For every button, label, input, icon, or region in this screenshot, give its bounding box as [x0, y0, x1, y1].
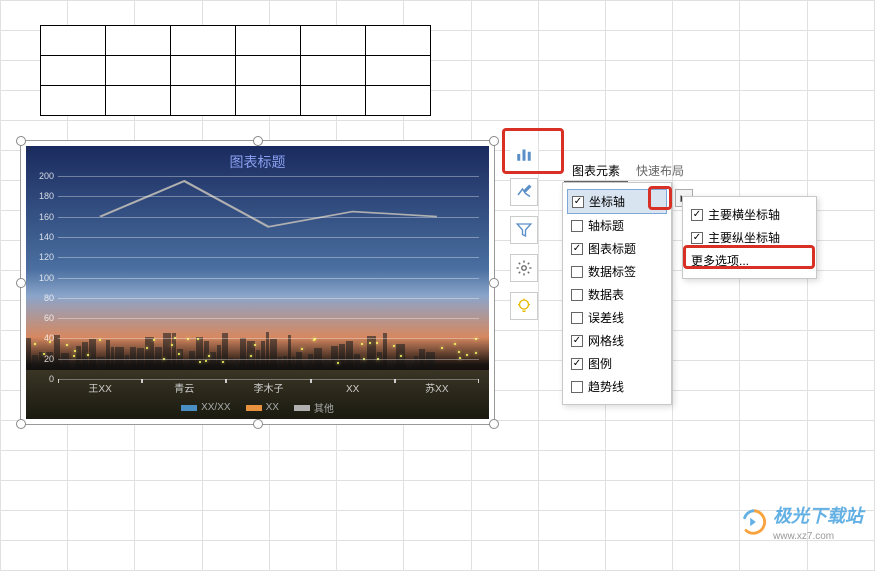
- panel-item-label: 数据标签: [588, 263, 636, 280]
- checkbox-icon: [572, 196, 584, 208]
- resize-handle[interactable]: [489, 419, 499, 429]
- submenu-item-primary-h-axis[interactable]: 主要横坐标轴: [687, 203, 812, 226]
- panel-item-2[interactable]: 图表标题: [567, 237, 667, 260]
- annotation-highlight: [683, 245, 815, 269]
- watermark-text: 极光下载站: [773, 502, 863, 528]
- data-table: [40, 25, 431, 116]
- annotation-highlight: [648, 186, 672, 210]
- submenu-label: 主要纵坐标轴: [708, 229, 780, 246]
- checkbox-icon: [571, 220, 583, 232]
- checkbox-icon: [571, 243, 583, 255]
- panel-item-label: 图例: [588, 355, 612, 372]
- panel-item-6[interactable]: 网格线: [567, 329, 667, 352]
- panel-item-label: 网格线: [588, 332, 624, 349]
- category-label: XX: [346, 384, 359, 395]
- tab-quick-layout[interactable]: 快速布局: [628, 160, 692, 183]
- checkbox-icon: [571, 312, 583, 324]
- tab-chart-elements[interactable]: 图表元素: [564, 160, 628, 183]
- panel-item-label: 图表标题: [588, 240, 636, 257]
- panel-item-4[interactable]: 数据表: [567, 283, 667, 306]
- checkbox-icon: [691, 232, 703, 244]
- chart-object[interactable]: 图表标题 王XX青云李木子XX苏XX 020406080100120140160…: [20, 140, 495, 425]
- annotation-highlight: [502, 128, 564, 174]
- chart-filter-button[interactable]: [510, 216, 538, 244]
- submenu-label: 主要横坐标轴: [708, 206, 780, 223]
- checkbox-icon: [691, 209, 703, 221]
- panel-item-label: 坐标轴: [589, 193, 625, 210]
- chart-tips-button[interactable]: [510, 292, 538, 320]
- panel-item-5[interactable]: 误差线: [567, 306, 667, 329]
- chart-title[interactable]: 图表标题: [26, 146, 489, 178]
- chart-plot-background: 图表标题 王XX青云李木子XX苏XX 020406080100120140160…: [26, 146, 489, 419]
- resize-handle[interactable]: [16, 278, 26, 288]
- checkbox-icon: [571, 266, 583, 278]
- panel-item-3[interactable]: 数据标签: [567, 260, 667, 283]
- category-label: 青云: [174, 380, 194, 395]
- resize-handle[interactable]: [489, 136, 499, 146]
- resize-handle[interactable]: [489, 278, 499, 288]
- category-label: 李木子: [253, 380, 283, 395]
- chart-elements-panel: ▶ 坐标轴轴标题图表标题数据标签数据表误差线网格线图例趋势线: [562, 182, 672, 405]
- panel-item-label: 误差线: [588, 309, 624, 326]
- resize-handle[interactable]: [253, 136, 263, 146]
- checkbox-icon: [571, 289, 583, 301]
- watermark: 极光下载站 www.xz7.com: [739, 502, 863, 542]
- resize-handle[interactable]: [253, 419, 263, 429]
- chart-settings-button[interactable]: [510, 254, 538, 282]
- checkbox-icon: [571, 335, 583, 347]
- panel-item-7[interactable]: 图例: [567, 352, 667, 375]
- panel-item-label: 轴标题: [588, 217, 624, 234]
- category-label: 王XX: [88, 380, 111, 395]
- chart-options-tabs: 图表元素 快速布局: [564, 160, 692, 183]
- resize-handle[interactable]: [16, 419, 26, 429]
- watermark-logo-icon: [739, 508, 767, 536]
- plot-area: 王XX青云李木子XX苏XX 02040608010012014016018020…: [58, 176, 479, 379]
- chart-styles-button[interactable]: [510, 178, 538, 206]
- watermark-url: www.xz7.com: [773, 531, 863, 542]
- panel-item-label: 趋势线: [588, 378, 624, 395]
- category-label: 苏XX: [425, 380, 448, 395]
- panel-item-label: 数据表: [588, 286, 624, 303]
- panel-item-8[interactable]: 趋势线: [567, 375, 667, 398]
- panel-item-1[interactable]: 轴标题: [567, 214, 667, 237]
- checkbox-icon: [571, 358, 583, 370]
- chart-legend[interactable]: XX/XXXX其他: [26, 400, 489, 415]
- resize-handle[interactable]: [16, 136, 26, 146]
- checkbox-icon: [571, 381, 583, 393]
